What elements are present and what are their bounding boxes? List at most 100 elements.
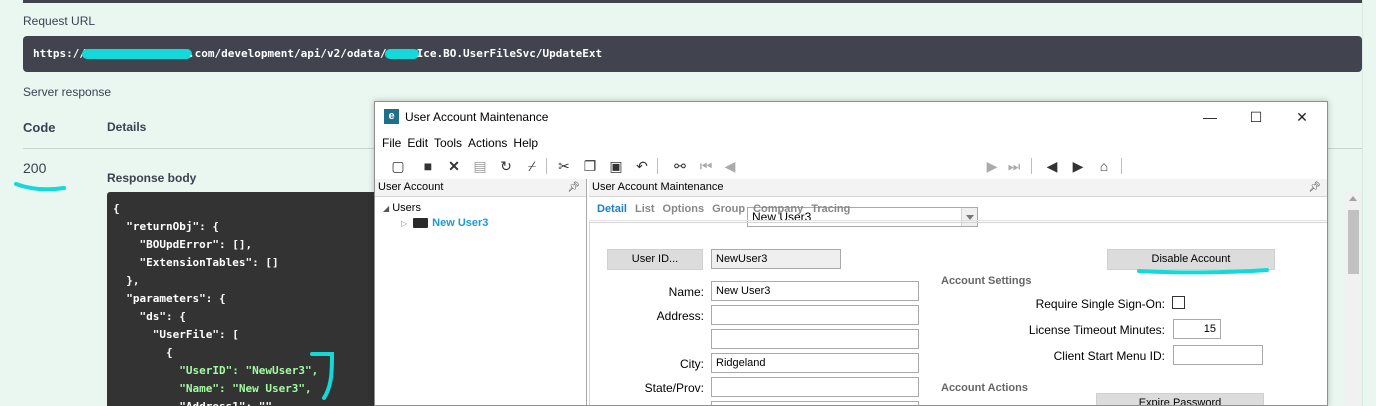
clear-icon[interactable]: ⌿ xyxy=(523,157,541,175)
state-field[interactable] xyxy=(711,377,919,397)
window-title: User Account Maintenance xyxy=(405,110,549,124)
back-icon[interactable]: ◀ xyxy=(1043,157,1061,175)
menu-file[interactable]: File xyxy=(379,133,404,153)
toolbar: ▢ ■ ✕ ▤ ↻ ⌿ ✂ ❐ ▣ ↶ ⚯ ⏮ ◀ New User3 ▶ ⏭ … xyxy=(375,154,1327,227)
tab-group[interactable]: Group xyxy=(712,197,745,221)
response-body-code[interactable]: { "returnObj": { "BOUpdError": [], "Exte… xyxy=(107,192,382,406)
code-line: { xyxy=(113,346,173,359)
name-field[interactable]: New User3 xyxy=(711,281,919,301)
tab-strip: Detail List Options Group Company Tracing xyxy=(589,197,1327,221)
code-column-header: Code xyxy=(23,120,56,135)
code-line: "returnObj": { xyxy=(113,220,219,233)
menu-edit[interactable]: Edit xyxy=(404,133,431,153)
client-start-menu-field[interactable] xyxy=(1173,345,1263,365)
app-logo-icon: e xyxy=(384,109,399,124)
pin-icon[interactable]: 📌︎ xyxy=(567,179,580,196)
code-line: "parameters": { xyxy=(113,292,226,305)
maximize-button[interactable]: ☐ xyxy=(1233,102,1279,132)
license-timeout-field[interactable]: 15 xyxy=(1173,319,1221,339)
expand-icon[interactable]: ▷ xyxy=(401,219,407,228)
code-line: "ds": { xyxy=(113,310,186,323)
url-middle: .com/development/api/v2/odata/ xyxy=(187,47,387,60)
tree-node-label: New User3 xyxy=(432,217,489,229)
user-account-detail-panel: User Account Maintenance 📌︎ Detail List Opt… xyxy=(589,179,1327,405)
tree-node-new-user3[interactable]: ▷ New User3 xyxy=(401,217,488,229)
cut-icon[interactable]: ✂ xyxy=(555,157,573,175)
toolbar-separator xyxy=(657,158,658,174)
scroll-up-icon[interactable] xyxy=(1349,196,1357,201)
user-account-window[interactable]: e User Account Maintenance — ☐ ✕ File Edi… xyxy=(374,101,1328,406)
page-edge xyxy=(1362,0,1363,406)
tab-tracing[interactable]: Tracing xyxy=(811,197,850,221)
first-icon[interactable]: ⏮ xyxy=(697,157,715,175)
code-line: "UserID": "NewUser3", xyxy=(113,364,319,377)
pin-icon[interactable]: 📌︎ xyxy=(1308,179,1321,196)
prev-icon[interactable]: ◀ xyxy=(721,157,739,175)
address-line1-field[interactable] xyxy=(711,305,919,325)
detail-panel-header: User Account Maintenance 📌︎ xyxy=(589,179,1327,197)
user-id-button[interactable]: User ID... xyxy=(607,249,703,270)
request-url-bar: https:// .com/development/api/v2/odata/Ic… xyxy=(23,36,1362,72)
title-bar[interactable]: e User Account Maintenance — ☐ ✕ xyxy=(375,102,1327,132)
close-button[interactable]: ✕ xyxy=(1279,102,1325,132)
tree-node-users[interactable]: ◢ Users xyxy=(383,202,421,214)
save-icon[interactable]: ■ xyxy=(419,157,437,175)
tab-detail[interactable]: Detail xyxy=(597,197,627,221)
code-line: }, xyxy=(113,274,140,287)
collapse-icon[interactable]: ◢ xyxy=(383,204,389,213)
state-label: State/Prov: xyxy=(644,381,704,395)
undo-icon[interactable]: ↶ xyxy=(633,157,651,175)
server-response-label: Server response xyxy=(23,85,112,99)
client-start-menu-label: Client Start Menu ID: xyxy=(1053,349,1165,363)
highlight-underline xyxy=(1137,268,1269,275)
next-icon[interactable]: ▶ xyxy=(983,157,1001,175)
expire-password-button[interactable]: Expire Password xyxy=(1096,393,1264,405)
toolbar-separator xyxy=(546,158,547,174)
last-icon[interactable]: ⏭ xyxy=(1005,157,1023,175)
details-column-header: Details xyxy=(107,120,147,134)
address-line2-field[interactable] xyxy=(711,329,919,349)
menu-bar: File Edit Tools Actions Help xyxy=(375,133,1327,153)
tree-panel-header: User Account 📌︎ xyxy=(375,179,586,197)
scrollbar-thumb[interactable] xyxy=(1348,210,1359,274)
highlight-bracket xyxy=(310,352,335,400)
paste-icon[interactable]: ▣ xyxy=(607,157,625,175)
sso-label: Require Single Sign-On: xyxy=(1035,297,1165,311)
refresh-icon[interactable]: ↻ xyxy=(497,157,515,175)
home-icon[interactable]: ⌂ xyxy=(1095,157,1113,175)
tab-list[interactable]: List xyxy=(635,197,655,221)
menu-help[interactable]: Help xyxy=(510,133,541,153)
forward-icon[interactable]: ▶ xyxy=(1069,157,1087,175)
menu-actions[interactable]: Actions xyxy=(465,133,510,153)
tab-options[interactable]: Options xyxy=(663,197,705,221)
response-code: 200 xyxy=(23,160,47,176)
top-divider xyxy=(23,0,1362,3)
city-field[interactable]: Ridgeland xyxy=(711,353,919,373)
highlight-underline xyxy=(14,182,66,192)
redaction-mark xyxy=(384,49,419,59)
page-scrollbar[interactable] xyxy=(1345,192,1362,406)
user-id-field[interactable]: NewUser3 xyxy=(711,249,841,269)
menu-tools[interactable]: Tools xyxy=(431,133,465,153)
response-body-title: Response body xyxy=(107,171,197,185)
binoculars-icon[interactable]: ⚯ xyxy=(671,157,689,175)
sso-checkbox[interactable] xyxy=(1172,296,1185,309)
code-line: "Name": "New User3", xyxy=(113,382,312,395)
attach-icon[interactable]: ▤ xyxy=(471,157,489,175)
account-actions-header: Account Actions xyxy=(941,382,1028,394)
folder-icon xyxy=(413,218,429,229)
copy-icon[interactable]: ❐ xyxy=(581,157,599,175)
detail-form: User ID... NewUser3 Name: New User3 Addr… xyxy=(589,222,1327,405)
license-timeout-label: License Timeout Minutes: xyxy=(1028,323,1165,337)
postal-field[interactable] xyxy=(711,401,919,405)
code-line: "ExtensionTables": [] xyxy=(113,256,279,269)
minimize-button[interactable]: — xyxy=(1187,102,1233,132)
tree-panel-title: User Account xyxy=(378,181,444,193)
new-icon[interactable]: ▢ xyxy=(389,157,407,175)
delete-icon[interactable]: ✕ xyxy=(445,157,463,175)
user-account-tree-panel: User Account 📌︎ ◢ Users ▷ New User3 xyxy=(375,179,587,405)
tab-company[interactable]: Company xyxy=(753,197,803,221)
url-suffix: Ice.BO.UserFileSvc/UpdateExt xyxy=(416,47,603,60)
toolbar-separator xyxy=(1031,158,1032,174)
code-line: { xyxy=(113,202,120,215)
